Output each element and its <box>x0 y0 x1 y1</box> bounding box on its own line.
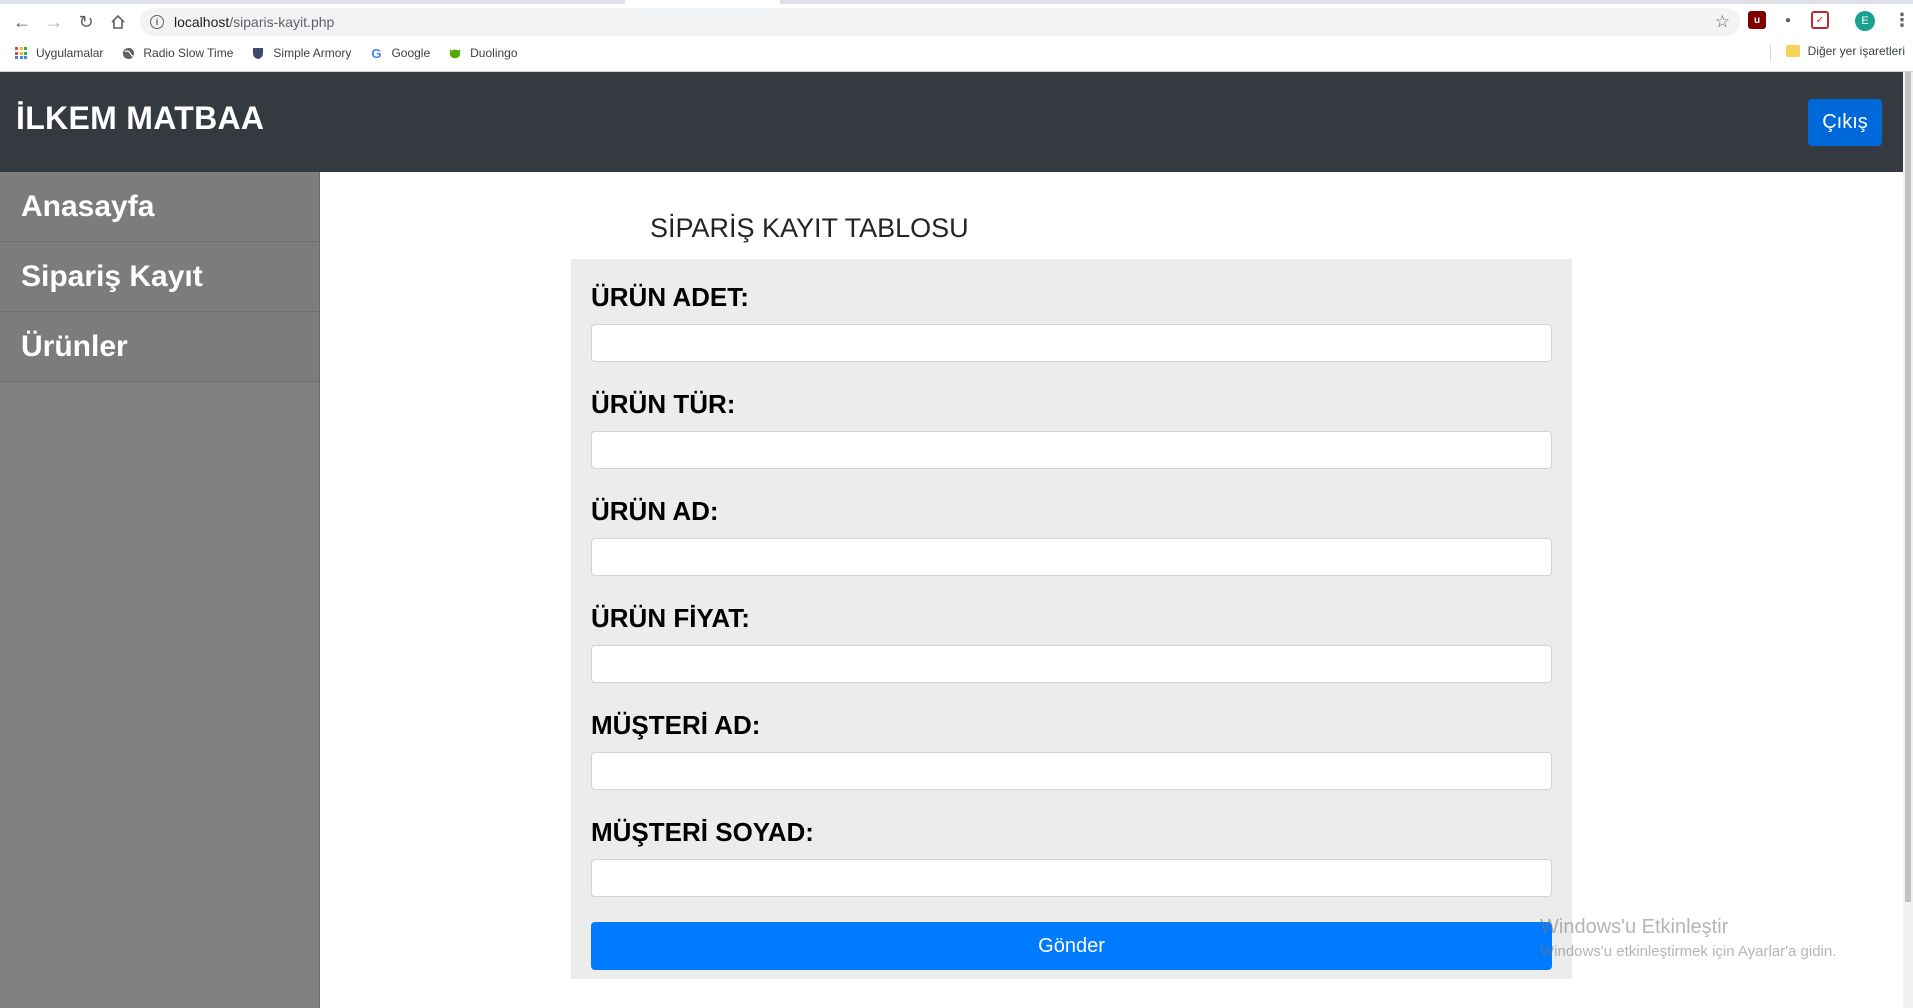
urun-fiyat-input[interactable] <box>591 645 1552 683</box>
sidebar: Anasayfa Sipariş Kayıt Ürünler <box>0 172 320 1008</box>
bookmark-label: Google <box>391 46 431 60</box>
back-arrow-icon[interactable]: ← <box>10 10 34 34</box>
sidebar-item-siparis-kayit[interactable]: Sipariş Kayıt <box>0 242 319 312</box>
bookmark-label: Duolingo <box>470 46 518 60</box>
field-label-urun-fiyat: ÜRÜN FİYAT: <box>591 603 750 633</box>
page-scrollbar[interactable] <box>1903 72 1913 1008</box>
sidebar-item-anasayfa[interactable]: Anasayfa <box>0 172 319 242</box>
musteri-ad-input[interactable] <box>591 752 1552 790</box>
reload-icon[interactable]: ↻ <box>74 10 98 34</box>
brand-title[interactable]: İLKEM MATBAA <box>16 100 264 137</box>
url-path: /siparis-kayit.php <box>229 14 335 30</box>
form-title: SİPARİŞ KAYIT TABLOSU <box>650 213 969 243</box>
field-label-musteri-soyad: MÜŞTERİ SOYAD: <box>591 817 814 847</box>
home-icon[interactable] <box>106 10 130 34</box>
watermark-line1: Windows'u Etkinleştir <box>1540 916 1729 938</box>
ublock-extension-icon[interactable]: u <box>1748 11 1766 29</box>
bookmark-google[interactable]: G Google <box>369 45 431 61</box>
active-tab[interactable] <box>625 0 780 4</box>
url-host: localhost <box>174 14 230 30</box>
browser-menu-icon[interactable]: ⋮ <box>1893 10 1911 31</box>
apps-grid-icon <box>14 46 28 60</box>
top-navbar: İLKEM MATBAA Çıkış <box>0 72 1903 172</box>
shield-icon <box>251 46 265 60</box>
order-form: ÜRÜN ADET: ÜRÜN TÜR: ÜRÜN AD: ÜRÜN FİYAT… <box>571 259 1572 979</box>
bookmark-radio-slow-time[interactable]: Radio Slow Time <box>121 46 233 60</box>
url-text: localhost/siparis-kayit.php <box>174 14 334 30</box>
extension-icon[interactable]: ● <box>1779 11 1797 29</box>
folder-icon <box>1785 45 1800 57</box>
field-label-urun-ad: ÜRÜN AD: <box>591 496 719 526</box>
bookmark-apps[interactable]: Uygulamalar <box>14 46 103 60</box>
urun-ad-input[interactable] <box>591 538 1552 576</box>
logout-button[interactable]: Çıkış <box>1808 99 1882 146</box>
tab-strip <box>0 0 1913 4</box>
bookmark-duolingo[interactable]: Duolingo <box>448 46 518 60</box>
other-bookmarks[interactable]: Diğer yer işaretleri <box>1785 44 1905 58</box>
bookmarks-bar: Uygulamalar Radio Slow Time Simple Armor… <box>0 42 1913 64</box>
urun-tur-input[interactable] <box>591 431 1552 469</box>
bookmark-label: Simple Armory <box>273 46 352 60</box>
info-icon[interactable]: i <box>150 15 164 29</box>
field-label-musteri-ad: MÜŞTERİ AD: <box>591 710 761 740</box>
bookmark-star-icon[interactable]: ☆ <box>1715 12 1730 32</box>
sidebar-item-urunler[interactable]: Ürünler <box>0 312 319 382</box>
pocket-extension-icon[interactable]: ✓ <box>1811 11 1829 29</box>
bookmarks-separator <box>1770 44 1771 62</box>
profile-avatar[interactable]: E <box>1855 11 1875 31</box>
other-bookmarks-label: Diğer yer işaretleri <box>1807 44 1905 58</box>
duolingo-icon <box>448 46 462 60</box>
forward-arrow-icon[interactable]: → <box>42 10 66 34</box>
field-label-urun-adet: ÜRÜN ADET: <box>591 282 749 312</box>
browser-toolbar: ← → ↻ i localhost/siparis-kayit.php ☆ u … <box>0 0 1913 72</box>
field-label-urun-tur: ÜRÜN TÜR: <box>591 389 736 419</box>
globe-icon <box>121 46 135 60</box>
watermark-line2: Windows'u etkinleştirmek için Ayarlar'a … <box>1540 943 1837 960</box>
bookmark-label: Radio Slow Time <box>143 46 234 60</box>
bookmark-simple-armory[interactable]: Simple Armory <box>251 46 351 60</box>
musteri-soyad-input[interactable] <box>591 859 1552 897</box>
windows-activation-watermark: Windows'u Etkinleştir Windows'u etkinleş… <box>1540 916 1836 960</box>
scrollbar-thumb[interactable] <box>1905 72 1911 902</box>
urun-adet-input[interactable] <box>591 324 1552 362</box>
bookmark-label: Uygulamalar <box>36 46 104 60</box>
google-icon: G <box>371 45 382 61</box>
submit-button[interactable]: Gönder <box>591 922 1552 970</box>
page-content: İLKEM MATBAA Çıkış Anasayfa Sipariş Kayı… <box>0 72 1903 1008</box>
address-bar[interactable]: i localhost/siparis-kayit.php ☆ <box>140 8 1740 36</box>
